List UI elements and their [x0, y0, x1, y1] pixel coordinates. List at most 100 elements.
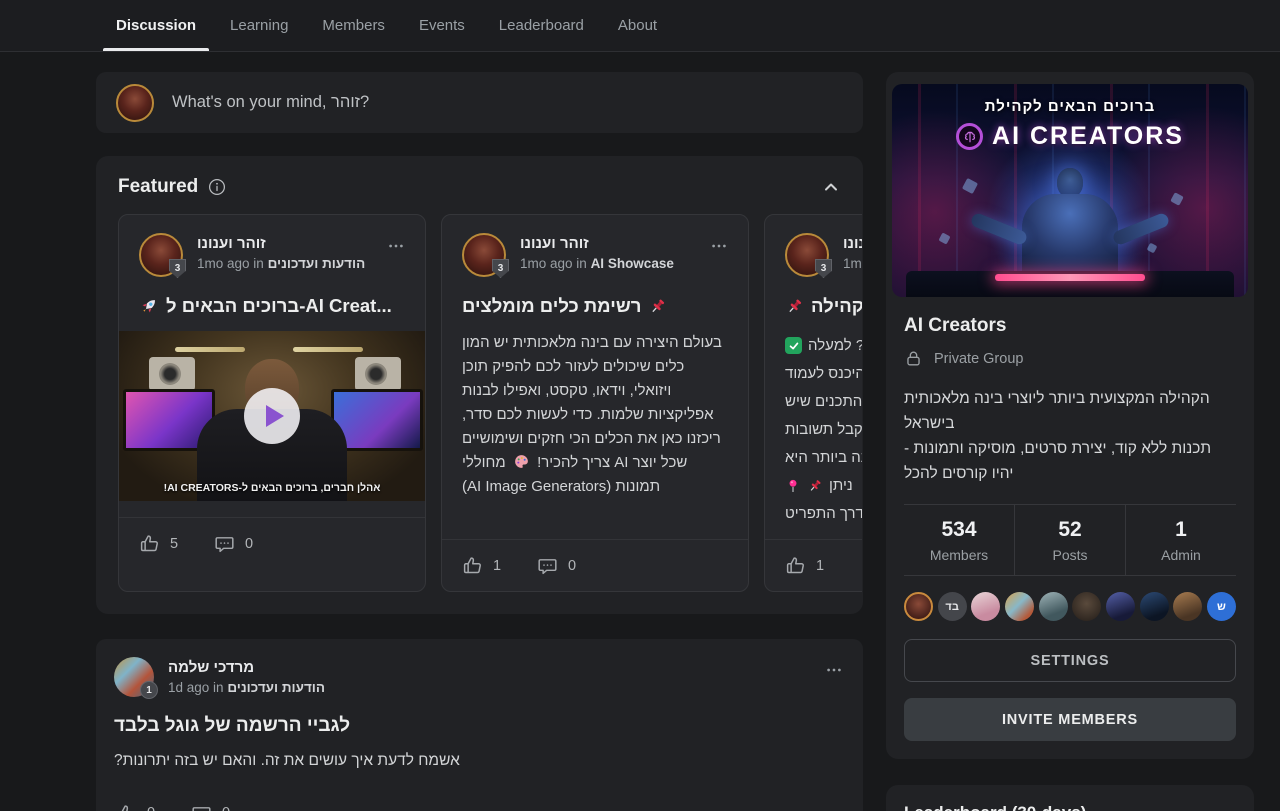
more-options-icon[interactable]	[825, 657, 843, 679]
like-icon[interactable]	[139, 533, 160, 554]
post-time: 1mo	[843, 256, 862, 271]
round-pushpin-icon	[785, 478, 801, 494]
member-avatar[interactable]: ש	[1207, 592, 1236, 621]
more-options-icon[interactable]	[710, 233, 728, 255]
tab-events[interactable]: Events	[402, 0, 482, 51]
member-avatar[interactable]	[1106, 592, 1135, 621]
lock-icon	[904, 349, 923, 368]
post-body: אשמח לדעת איך עושים את זה. והאם יש בזה י…	[114, 749, 843, 773]
banner-brand: AI CREATORS	[892, 122, 1248, 151]
like-icon[interactable]	[785, 555, 806, 576]
post-meta: 1mo ago in הודעות ועדכונים	[197, 256, 365, 271]
like-icon[interactable]	[116, 803, 137, 811]
member-avatar[interactable]	[1039, 592, 1068, 621]
member-avatar[interactable]	[1072, 592, 1101, 621]
info-icon[interactable]	[208, 178, 226, 196]
top-navigation: Discussion Learning Members Events Leade…	[0, 0, 1280, 52]
stat-members[interactable]: 534 Members	[904, 505, 1014, 575]
pushpin-icon	[648, 297, 667, 316]
group-description: הקהילה המקצועית ביותר ליוצרי בינה מלאכות…	[904, 386, 1236, 486]
rocket-icon	[139, 296, 159, 316]
level-badge: 1	[140, 681, 158, 699]
settings-button[interactable]: SETTINGS	[904, 639, 1236, 682]
author-name[interactable]: מרדכי שלמה	[168, 659, 325, 676]
comment-icon[interactable]	[214, 533, 235, 554]
group-privacy: Private Group	[904, 349, 1236, 368]
featured-post-card[interactable]: 3 זוהר וענונו 1mo ago in AI Showcase רשי…	[441, 214, 749, 592]
composer-placeholder[interactable]: What's on your mind, זוהר?	[172, 93, 369, 112]
member-avatar[interactable]: בד	[938, 592, 967, 621]
like-count: 5	[170, 536, 180, 552]
author-name[interactable]: זוהר וענונו	[520, 235, 674, 252]
post-title[interactable]: לגביי הרשמה של גוגל בלבד	[114, 715, 843, 737]
post-title[interactable]: רשימת כלים מומלצים	[462, 295, 728, 317]
post-title[interactable]: ברוכים הבאים ל-AI Creat...	[139, 295, 405, 317]
post-body: בעולם היצירה עם בינה מלאכותית יש המון כל…	[462, 331, 728, 499]
tab-about[interactable]: About	[601, 0, 674, 51]
tab-leaderboard[interactable]: Leaderboard	[482, 0, 601, 51]
member-avatar[interactable]	[1140, 592, 1169, 621]
play-button[interactable]	[244, 388, 300, 444]
member-avatar[interactable]	[1173, 592, 1202, 621]
tab-learning[interactable]: Learning	[213, 0, 305, 51]
featured-cards-row: 3 זוהר וענונו 1mo ago in הודעות ועדכונים	[118, 214, 862, 592]
member-avatar[interactable]	[1005, 592, 1034, 621]
featured-header: Featured	[118, 176, 841, 198]
like-icon[interactable]	[462, 555, 483, 576]
post-header: 3 זוהר וענונו 1mo ago in הודעות ועדכונים	[139, 233, 405, 277]
palette-icon	[513, 453, 530, 470]
featured-post-card[interactable]: 3 זוהר וענונו 1mo קהילה	[764, 214, 862, 592]
post-composer[interactable]: What's on your mind, זוהר?	[96, 72, 863, 133]
glowing-keyboard	[995, 274, 1145, 281]
member-avatar[interactable]	[971, 592, 1000, 621]
tab-members[interactable]: Members	[305, 0, 402, 51]
member-avatar-row: בד ש	[904, 592, 1236, 621]
post-category[interactable]: הודעות ועדכונים	[268, 256, 366, 271]
post-card[interactable]: 1 מרדכי שלמה 1d ago in הודעות ועדכונים ל…	[96, 639, 863, 811]
featured-title: Featured	[118, 176, 198, 198]
post-body: למעלה ? היכנס לעמוד התכנים שיש קבל תשובו…	[785, 327, 862, 523]
author-name[interactable]: זוהר וענונו	[843, 235, 862, 252]
check-icon	[785, 337, 802, 354]
speaker	[355, 357, 401, 391]
group-info-card: ברוכים הבאים לקהילת AI CREATORS AI Creat…	[886, 72, 1254, 759]
stat-admin[interactable]: 1 Admin	[1125, 505, 1236, 575]
sidebar: ברוכים הבאים לקהילת AI CREATORS AI Creat…	[886, 72, 1254, 811]
invite-members-button[interactable]: INVITE MEMBERS	[904, 698, 1236, 741]
post-footer: 1 0	[442, 539, 748, 591]
more-options-icon[interactable]	[387, 233, 405, 255]
stat-posts[interactable]: 52 Posts	[1014, 505, 1125, 575]
video-caption: אהלן חברים, ברוכים הבאים ל-AI CREATORS!	[119, 482, 425, 494]
leaderboard-card: Leaderboard (30-days)	[886, 785, 1254, 811]
comment-icon[interactable]	[537, 555, 558, 576]
featured-post-card[interactable]: 3 זוהר וענונו 1mo ago in הודעות ועדכונים	[118, 214, 426, 592]
post-header: 1 מרדכי שלמה 1d ago in הודעות ועדכונים	[114, 657, 843, 697]
main-column: What's on your mind, זוהר? Featured 3	[96, 72, 863, 811]
post-title[interactable]: קהילה	[785, 295, 862, 317]
like-count: 0	[147, 805, 157, 811]
avatar[interactable]	[116, 84, 154, 122]
comment-count: 0	[222, 805, 232, 811]
member-avatar[interactable]	[904, 592, 933, 621]
banner-welcome-text: ברוכים הבאים לקהילת	[892, 98, 1248, 115]
like-count: 1	[816, 558, 826, 574]
post-category[interactable]: AI Showcase	[591, 256, 674, 271]
comment-icon[interactable]	[191, 803, 212, 811]
tab-discussion[interactable]: Discussion	[99, 0, 213, 51]
video-thumbnail[interactable]: אהלן חברים, ברוכים הבאים ל-AI CREATORS!	[119, 331, 425, 501]
post-footer: 5 0	[119, 517, 425, 569]
post-header: 3 זוהר וענונו 1mo ago in AI Showcase	[462, 233, 728, 277]
banner-brand-text: AI CREATORS	[992, 122, 1184, 151]
post-category[interactable]: הודעות ועדכונים	[227, 680, 325, 695]
studio-light	[293, 347, 363, 352]
post-meta: 1d ago in הודעות ועדכונים	[168, 680, 325, 695]
level-badge: 3	[815, 259, 832, 278]
pushpin-icon	[785, 297, 804, 316]
like-count: 1	[493, 558, 503, 574]
author-name[interactable]: זוהר וענונו	[197, 235, 365, 252]
comment-count: 0	[245, 536, 255, 552]
collapse-chevron-up-icon[interactable]	[821, 177, 841, 197]
post-time: 1d ago in	[168, 680, 224, 695]
group-name: AI Creators	[904, 315, 1236, 337]
post-time: 1mo ago in	[520, 256, 587, 271]
